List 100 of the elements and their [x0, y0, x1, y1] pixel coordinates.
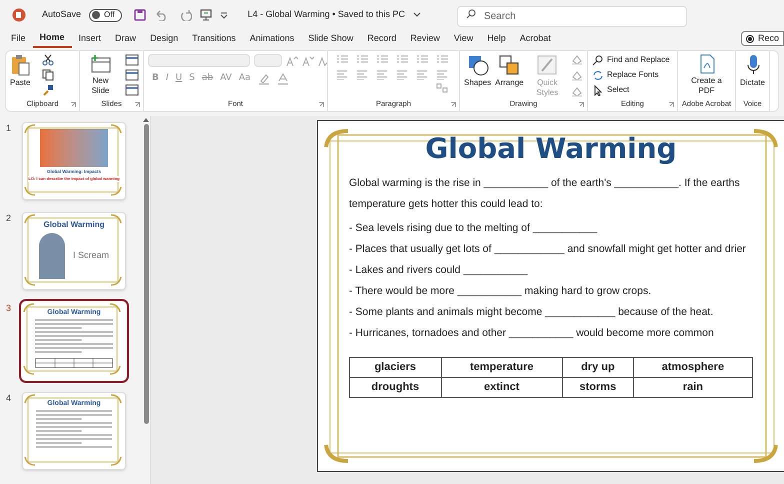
- cursor-icon: [592, 84, 603, 96]
- layout-icon[interactable]: [125, 54, 139, 66]
- quick-styles-icon: [536, 54, 558, 76]
- dialog-launcher-icon[interactable]: [71, 102, 76, 107]
- numbering-icon[interactable]: [356, 54, 368, 64]
- menu-tab[interactable]: Slide Show: [301, 30, 360, 48]
- paintbrush-icon[interactable]: [42, 84, 54, 96]
- slide-number: 2: [6, 212, 12, 225]
- arrange-icon: [498, 54, 520, 76]
- replace-icon: [592, 70, 603, 80]
- bullets-icon[interactable]: [336, 54, 348, 64]
- worksheet-text: - There would be more ___________ making hard to grow crops.: [349, 284, 652, 299]
- columns-icon[interactable]: [416, 70, 428, 80]
- word-bank-cell: rain: [633, 378, 752, 398]
- search-field[interactable]: Search: [456, 6, 687, 27]
- customize-caret-icon[interactable]: [220, 11, 228, 19]
- search-icon: [466, 9, 476, 19]
- menu-tab[interactable]: Help: [480, 30, 513, 48]
- line-spacing-icon[interactable]: [416, 54, 428, 64]
- slide-thumbnail[interactable]: Global Warming I Scream: [22, 212, 126, 290]
- slide-title: Global Warming: [425, 131, 677, 167]
- text-direction-icon[interactable]: [436, 54, 448, 64]
- reset-icon[interactable]: [125, 69, 139, 81]
- section-icon[interactable]: [125, 84, 139, 96]
- menu-tab[interactable]: Animations: [242, 30, 302, 48]
- scrollbar-thumb[interactable]: [144, 124, 148, 424]
- drawing-button[interactable]: Arrange: [495, 54, 524, 88]
- dialog-launcher-icon[interactable]: [579, 102, 584, 107]
- align-right-icon[interactable]: [376, 70, 388, 80]
- editing-button[interactable]: Replace Fonts: [592, 69, 670, 81]
- worksheet-text: - Sea levels rising due to the melting of ___________: [349, 221, 598, 236]
- shrink-font-icon[interactable]: [302, 56, 314, 66]
- slide-number: 4: [6, 392, 12, 405]
- fill-bucket-icon[interactable]: [571, 54, 583, 65]
- redo-icon[interactable]: [180, 9, 192, 21]
- editing-button[interactable]: Select: [592, 84, 670, 96]
- menu-tab[interactable]: Review: [403, 30, 447, 48]
- worksheet-text: - Hurricanes, tornadoes and other ___________ would become more common: [349, 326, 715, 341]
- highlighter-icon[interactable]: [258, 72, 270, 85]
- document-title[interactable]: L4 - Global Warming • Saved to this PC: [248, 8, 405, 22]
- save-icon[interactable]: [134, 9, 146, 21]
- menu-tab[interactable]: Home: [32, 30, 72, 48]
- slide-title: Global Warming: [43, 219, 105, 231]
- menu-tab[interactable]: Draw: [108, 30, 144, 48]
- menu-tab[interactable]: Insert: [72, 30, 108, 48]
- word-bank-cell: atmosphere: [633, 358, 752, 378]
- word-bank-cell: storms: [562, 378, 634, 398]
- menu-tab[interactable]: Acrobat: [512, 30, 558, 48]
- grow-font-icon[interactable]: [286, 56, 298, 66]
- worksheet-text: - Some plants and animals might become ____________ because of the heat.: [349, 305, 714, 320]
- menu-tab[interactable]: Record: [360, 30, 404, 48]
- align-left-icon[interactable]: [336, 70, 348, 80]
- menu-tab[interactable]: Design: [143, 30, 186, 48]
- slide-number: 1: [6, 122, 12, 135]
- new-slide-button[interactable]: New Slide: [84, 54, 117, 96]
- record-dot-icon: [746, 34, 754, 42]
- dialog-launcher-icon[interactable]: [669, 102, 674, 107]
- word-bank-cell: glaciers: [350, 358, 442, 378]
- paste-button[interactable]: Paste: [10, 54, 30, 88]
- editing-button[interactable]: Find and Replace: [592, 54, 670, 66]
- app-logo-icon: [12, 8, 26, 22]
- increase-indent-icon[interactable]: [396, 54, 408, 64]
- dictate-button[interactable]: Dictate: [740, 54, 765, 88]
- autosave-label: AutoSave: [42, 8, 82, 22]
- scissors-icon[interactable]: [42, 54, 54, 66]
- dialog-launcher-icon[interactable]: [319, 102, 324, 107]
- font-color-icon[interactable]: [276, 72, 288, 85]
- menu-tab[interactable]: Transitions: [185, 30, 243, 48]
- menu-tab[interactable]: View: [446, 30, 480, 48]
- autosave-toggle[interactable]: Off: [89, 8, 122, 22]
- menu-tab[interactable]: File: [4, 30, 33, 48]
- dialog-launcher-icon[interactable]: [451, 102, 456, 107]
- align-text-icon[interactable]: [436, 70, 448, 80]
- record-button[interactable]: Reco: [740, 31, 784, 46]
- image-caption: I Scream: [72, 249, 109, 262]
- justify-icon[interactable]: [396, 70, 408, 80]
- worksheet-text: - Places that usually get lots of ____________ and snowfall might get hotter and drier: [349, 242, 747, 257]
- dialog-launcher-icon[interactable]: [135, 102, 140, 107]
- scroll-up-icon: [143, 118, 149, 122]
- photo-placeholder: [38, 233, 65, 279]
- word-bank-cell: dry up: [562, 358, 634, 378]
- align-center-icon[interactable]: [356, 70, 368, 80]
- smartart-icon[interactable]: [436, 83, 448, 93]
- decrease-indent-icon[interactable]: [376, 54, 388, 64]
- word-bank-cell: extinct: [441, 378, 562, 398]
- word-bank-cell: temperature: [441, 358, 562, 378]
- worksheet-text: Global warming is the rise in ___________ of the earth's ___________. If the earths temperature gets hotter this could lead to:: [349, 176, 741, 212]
- new-slide-icon: [90, 54, 112, 74]
- photo-placeholder: [40, 129, 108, 167]
- clipboard-icon: [10, 54, 30, 76]
- caret-icon: [412, 12, 421, 18]
- font-name-field[interactable]: [148, 54, 250, 67]
- presenter-icon[interactable]: [200, 9, 212, 21]
- shapes-icon: [466, 54, 489, 76]
- copy-icon[interactable]: [42, 69, 54, 81]
- font-size-field[interactable]: [254, 54, 282, 67]
- pen-outline-icon[interactable]: [571, 70, 583, 81]
- create-pdf-button[interactable]: Create a PDF: [686, 54, 726, 96]
- eraser-icon[interactable]: [571, 86, 583, 97]
- drawing-button[interactable]: Shapes: [464, 54, 492, 88]
